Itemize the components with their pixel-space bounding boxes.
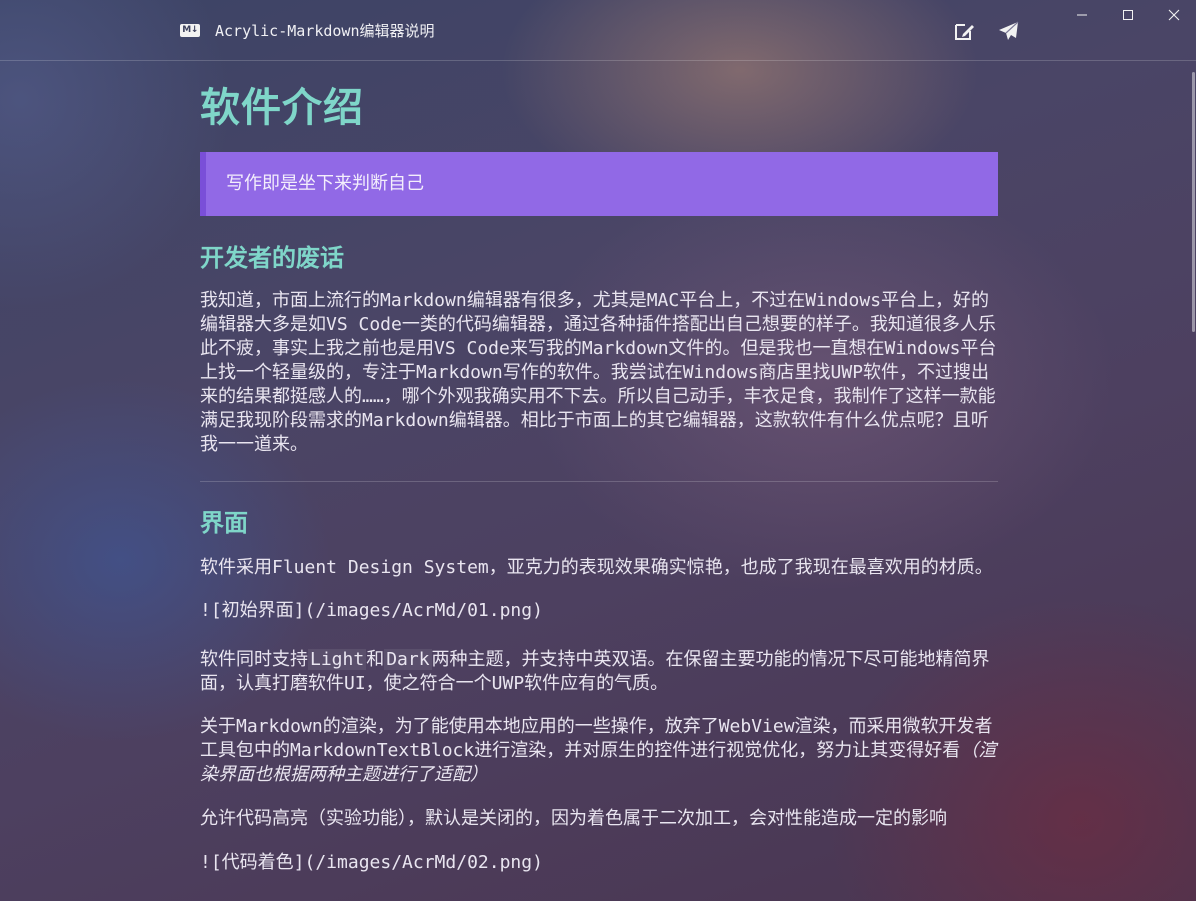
minimize-icon — [1077, 14, 1087, 16]
paragraph-themes: 软件同时支持 Light 和 Dark 两种主题，并支持中英双语。在保留主要功能的情况下… — [200, 648, 998, 696]
paragraph-developer: 我知道，市面上流行的Markdown编辑器有很多，尤其是MAC平台上，不过在Wi… — [200, 290, 997, 455]
close-icon — [1168, 9, 1180, 21]
rendering-text: 关于Markdown的渲染，为了能使用本地应用的一些操作，放弃了WebView渲… — [200, 716, 993, 761]
blockquote: 写作即是坐下来判断自己 — [200, 152, 998, 216]
image-placeholder-initial: ![初始界面](/images/AcrMd/01.png) — [200, 600, 543, 621]
paragraph-rendering: 关于Markdown的渲染，为了能使用本地应用的一些操作，放弃了WebView渲… — [200, 715, 998, 787]
doc-title: 软件介绍 — [200, 85, 364, 131]
paragraph-fluent: 软件采用Fluent Design System，亚克力的表现效果确实惊艳，也成… — [200, 557, 993, 578]
send-button[interactable] — [997, 19, 1021, 43]
themes-text-mid: 和 — [366, 649, 385, 670]
markdown-preview: 软件介绍 写作即是坐下来判断自己 开发者的废话 我知道，市面上流行的Markdo… — [200, 60, 998, 875]
title-bar: M↓ Acrylic-Markdown编辑器说明 — [0, 0, 1196, 61]
minimize-button[interactable] — [1070, 4, 1094, 26]
close-button[interactable] — [1162, 4, 1186, 26]
inline-code-light: Light — [308, 649, 367, 670]
maximize-button[interactable] — [1116, 4, 1140, 26]
themes-text-pre: 软件同时支持 — [200, 649, 308, 670]
window-title: Acrylic-Markdown编辑器说明 — [215, 22, 435, 40]
section-heading-developer: 开发者的废话 — [200, 244, 344, 272]
markdown-app-icon: M↓ — [180, 24, 200, 37]
send-icon — [999, 21, 1019, 40]
edit-button[interactable] — [952, 19, 976, 43]
divider — [200, 481, 998, 482]
edit-icon — [955, 24, 974, 40]
section-heading-ui: 界面 — [200, 509, 248, 537]
paragraph-highlight: 允许代码高亮（实验功能），默认是关闭的，因为着色属于二次加工，会对性能造成一定的… — [200, 808, 947, 829]
inline-code-dark: Dark — [384, 649, 432, 670]
image-placeholder-code: ![代码着色](/images/AcrMd/02.png) — [200, 852, 543, 873]
vertical-scrollbar[interactable] — [1192, 72, 1195, 332]
maximize-icon — [1123, 10, 1133, 20]
